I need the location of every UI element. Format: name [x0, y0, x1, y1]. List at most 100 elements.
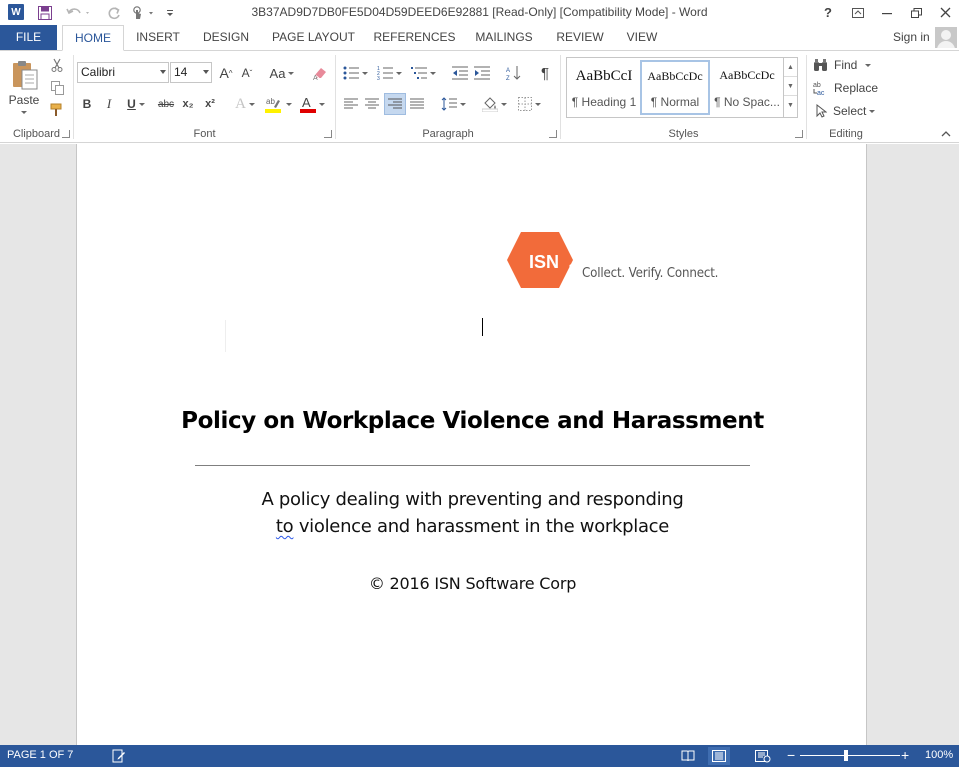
gallery-more-icon[interactable]: ▼: [784, 96, 797, 115]
word-app-icon[interactable]: W: [8, 4, 24, 20]
font-color-button[interactable]: A: [297, 93, 327, 115]
document-title[interactable]: Policy on Workplace Violence and Harassm…: [77, 408, 868, 434]
font-color-icon: A: [299, 95, 316, 113]
sign-in-link[interactable]: Sign in: [893, 30, 930, 44]
format-painter-icon[interactable]: [48, 101, 66, 119]
tab-design[interactable]: DESIGN: [195, 25, 257, 50]
touch-mode-icon[interactable]: [128, 4, 158, 21]
paragraph-dialog-launcher-icon[interactable]: [549, 130, 557, 138]
justify-icon[interactable]: [408, 93, 426, 115]
decrease-indent-icon[interactable]: [450, 62, 470, 84]
subscript-button[interactable]: x₂: [179, 93, 197, 115]
save-icon[interactable]: [36, 4, 54, 21]
highlight-color-button[interactable]: ab: [263, 93, 293, 115]
tab-review[interactable]: REVIEW: [550, 25, 610, 50]
font-dialog-launcher-icon[interactable]: [324, 130, 332, 138]
style-normal[interactable]: AaBbCcDc ¶ Normal: [640, 60, 710, 115]
clear-formatting-icon[interactable]: A: [310, 62, 330, 84]
align-right-icon[interactable]: [384, 93, 406, 115]
zoom-out-button[interactable]: −: [787, 747, 795, 763]
gallery-down-icon[interactable]: ▼: [784, 77, 797, 96]
svg-text:Z: Z: [506, 76, 510, 81]
undo-icon[interactable]: [64, 4, 92, 21]
select-button[interactable]: Select: [815, 100, 885, 122]
change-case-button[interactable]: Aa: [267, 62, 297, 84]
title-divider-line: [195, 465, 750, 466]
italic-button[interactable]: I: [100, 93, 118, 115]
style-preview: AaBbCcDc: [647, 69, 703, 83]
tab-references[interactable]: REFERENCES: [371, 25, 458, 50]
copy-icon[interactable]: [48, 79, 66, 97]
superscript-button[interactable]: x²: [201, 93, 219, 115]
zoom-level[interactable]: 100%: [925, 749, 953, 761]
align-left-icon[interactable]: [342, 93, 360, 115]
style-caption: ¶ Normal: [650, 95, 700, 109]
cut-icon[interactable]: [48, 56, 66, 74]
gallery-up-icon[interactable]: ▲: [784, 58, 797, 77]
paste-button[interactable]: Paste: [4, 55, 44, 117]
zoom-slider-track[interactable]: [800, 755, 900, 756]
print-layout-icon[interactable]: [708, 747, 730, 765]
align-center-icon[interactable]: [363, 93, 381, 115]
redo-icon[interactable]: [106, 4, 122, 21]
tab-home[interactable]: HOME: [62, 25, 124, 51]
line-spacing-button[interactable]: [438, 93, 468, 115]
font-size-value: 14: [174, 65, 188, 79]
svg-text:ISN: ISN: [529, 252, 559, 272]
replace-icon: abac: [813, 82, 825, 96]
find-button[interactable]: Find: [813, 54, 883, 76]
numbering-button[interactable]: 123: [374, 62, 404, 84]
chevron-down-icon: [534, 102, 541, 106]
document-area[interactable]: ISN Collect. Verify. Connect. Policy on …: [0, 144, 959, 745]
clipboard-dialog-launcher-icon[interactable]: [62, 130, 70, 138]
tab-mailings[interactable]: MAILINGS: [467, 25, 541, 50]
strikethrough-button[interactable]: abc: [155, 93, 177, 115]
tab-insert[interactable]: INSERT: [128, 25, 188, 50]
font-size-combobox[interactable]: 14: [170, 62, 212, 83]
bullets-button[interactable]: [340, 62, 370, 84]
read-mode-icon[interactable]: [677, 747, 699, 765]
borders-button[interactable]: [514, 93, 544, 115]
restore-icon[interactable]: [901, 0, 931, 25]
document-page[interactable]: ISN Collect. Verify. Connect. Policy on …: [76, 144, 867, 745]
style-no-spacing[interactable]: AaBbCcDc ¶ No Spac...: [712, 60, 782, 115]
replace-button[interactable]: ab ac Replace: [813, 77, 885, 99]
sort-icon[interactable]: AZ: [504, 62, 524, 84]
font-name-combobox[interactable]: Calibri: [77, 62, 169, 83]
styles-gallery-scroll: ▲ ▼ ▼: [783, 58, 797, 117]
increase-indent-icon[interactable]: [472, 62, 492, 84]
document-subtitle-line-1[interactable]: A policy dealing with preventing and res…: [77, 489, 868, 510]
binoculars-icon: [814, 59, 827, 71]
document-subtitle-line-2[interactable]: to violence and harassment in the workpl…: [77, 516, 868, 537]
user-avatar-icon[interactable]: [935, 27, 957, 48]
shading-button[interactable]: [479, 93, 509, 115]
underline-button[interactable]: U: [122, 93, 150, 115]
customize-qat-icon[interactable]: [164, 4, 176, 21]
shrink-font-icon[interactable]: Aˇ: [238, 62, 256, 84]
help-button[interactable]: ?: [813, 0, 843, 25]
tab-file[interactable]: FILE: [0, 25, 57, 50]
style-heading-1[interactable]: AaBbCcI ¶ Heading 1: [569, 60, 639, 115]
proofing-status-icon[interactable]: [112, 749, 126, 763]
page-count-indicator[interactable]: PAGE 1 OF 7: [7, 749, 73, 761]
spelling-flagged-word[interactable]: to: [276, 516, 294, 537]
zoom-in-button[interactable]: +: [901, 747, 909, 763]
minimize-icon[interactable]: [872, 0, 902, 25]
web-layout-icon[interactable]: [752, 747, 774, 765]
styles-dialog-launcher-icon[interactable]: [795, 130, 803, 138]
style-preview: AaBbCcI: [575, 68, 633, 84]
tab-page-layout[interactable]: PAGE LAYOUT: [265, 25, 362, 50]
multilevel-list-button[interactable]: [408, 62, 438, 84]
ribbon-display-options-icon[interactable]: [843, 0, 873, 25]
svg-text:ab: ab: [813, 82, 821, 89]
document-copyright[interactable]: © 2016 ISN Software Corp: [77, 574, 868, 593]
show-formatting-marks-button[interactable]: ¶: [535, 62, 555, 84]
zoom-slider-thumb[interactable]: [844, 750, 848, 761]
collapse-ribbon-icon[interactable]: [938, 127, 954, 141]
margin-marker: [225, 320, 226, 352]
tab-view[interactable]: VIEW: [619, 25, 665, 50]
text-effects-button[interactable]: A: [231, 93, 259, 115]
close-icon[interactable]: [930, 0, 959, 25]
bold-button[interactable]: B: [78, 93, 96, 115]
grow-font-icon[interactable]: A ^: [217, 62, 235, 84]
